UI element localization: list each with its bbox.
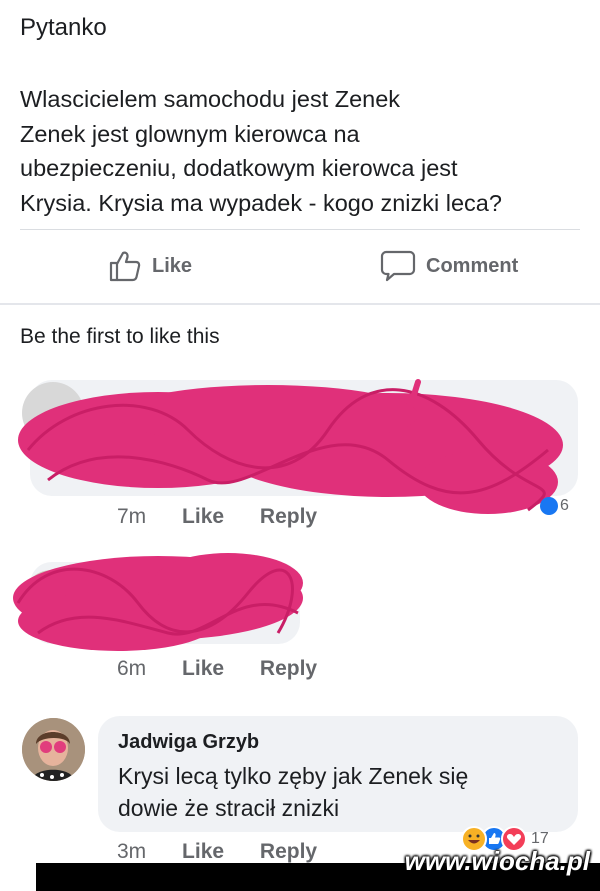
- comment-text: Krysi lecą tylko zęby jak Zenek się dowi…: [118, 760, 468, 824]
- post-line: Wlascicielem samochodu jest Zenek: [20, 86, 401, 112]
- post-body: Wlascicielem samochodu jest Zenek Zenek …: [20, 82, 580, 220]
- comment-like-button[interactable]: Like: [182, 840, 224, 863]
- like-label: Like: [152, 254, 193, 277]
- post-line: Krysia. Krysia ma wypadek - kogo znizki …: [20, 189, 502, 216]
- comment-icon: [380, 250, 416, 282]
- divider: [20, 229, 580, 230]
- comment-label: Comment: [426, 254, 519, 277]
- reaction-summary[interactable]: 6: [540, 497, 569, 515]
- comment-time: 3m: [117, 840, 147, 863]
- watermark: www.wiocha.pl: [404, 846, 590, 876]
- comment-like-button[interactable]: Like: [182, 657, 224, 680]
- comment-button[interactable]: Comment: [380, 244, 518, 288]
- section-divider: [0, 303, 600, 305]
- likes-summary: Be the first to like this: [20, 325, 220, 348]
- person-photo-icon: [22, 718, 85, 781]
- post-author[interactable]: Pytanko: [20, 14, 107, 42]
- comment-meta: 3m Like Reply: [117, 840, 317, 864]
- comment-reply-button[interactable]: Reply: [260, 840, 317, 863]
- comment-reply-button[interactable]: Reply: [260, 657, 317, 680]
- comment-time: 6m: [117, 657, 147, 680]
- thumbs-up-icon: [109, 251, 141, 282]
- post-line: ubezpieczeniu, dodatkowym kierowca jest: [20, 155, 458, 181]
- avatar[interactable]: [22, 718, 85, 781]
- comment-line: Krysi lecą tylko zęby jak Zenek się: [118, 763, 469, 789]
- comment-meta: 7m Like Reply: [117, 505, 317, 529]
- comment-like-button[interactable]: Like: [182, 505, 224, 528]
- commenter-name[interactable]: Jadwiga Grzyb: [118, 731, 259, 754]
- comment-meta: 6m Like Reply: [117, 657, 317, 681]
- like-reaction-icon: [540, 497, 558, 515]
- comment-reply-button[interactable]: Reply: [260, 505, 317, 528]
- post-line: Zenek jest glownym kierowca na: [20, 120, 360, 147]
- comment-time: 7m: [117, 505, 147, 528]
- reaction-count: 6: [560, 497, 569, 514]
- like-button[interactable]: Like: [108, 244, 192, 288]
- comment-line: dowie że stracił znizki: [118, 795, 340, 821]
- scribble-redaction: [13, 553, 303, 651]
